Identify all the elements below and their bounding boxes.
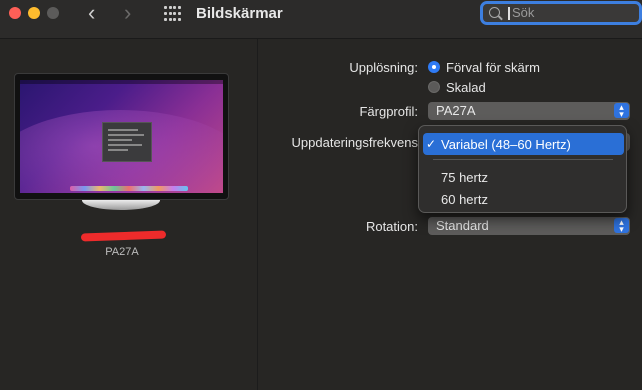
- search-icon: [489, 7, 500, 18]
- search-placeholder: Sök: [512, 5, 535, 20]
- grid-icon[interactable]: [164, 6, 182, 23]
- menu-item-variable-label[interactable]: Variabel (48–60 Hertz): [441, 137, 571, 152]
- menu-separator: [433, 159, 613, 160]
- menu-item-60hz[interactable]: 60 hertz: [441, 192, 488, 207]
- menu-item-75hz[interactable]: 75 hertz: [441, 170, 488, 185]
- search-field[interactable]: Sök: [480, 1, 642, 25]
- resolution-label: Upplösning:: [349, 60, 418, 75]
- pane-divider: [257, 39, 258, 390]
- refresh-rate-label: Uppdateringsfrekvens: [291, 135, 418, 150]
- title-bar: ‹ › Bildskärmar Sök: [0, 0, 642, 39]
- radio-default-resolution-label[interactable]: Förval för skärm: [446, 60, 540, 75]
- close-window-button[interactable]: [9, 7, 21, 19]
- color-profile-label: Färgprofil:: [359, 104, 418, 119]
- radio-scaled-label[interactable]: Skalad: [446, 80, 486, 95]
- zoom-window-button[interactable]: [47, 7, 59, 19]
- display-name: PA27A: [105, 246, 139, 258]
- rotation-popup[interactable]: Standard ▴ ▾: [428, 217, 630, 235]
- screen-window-thumbnail: [102, 122, 152, 162]
- radio-scaled[interactable]: [428, 81, 440, 93]
- color-profile-popup[interactable]: PA27A ▴ ▾: [428, 102, 630, 120]
- text-caret: [508, 7, 510, 20]
- checkmark-icon: ✓: [426, 137, 437, 151]
- popup-chevron-icon: ▴ ▾: [614, 103, 629, 119]
- forward-chevron-icon[interactable]: ›: [124, 2, 131, 24]
- dock-thumbnail: [70, 186, 188, 191]
- desktop-wallpaper: [20, 80, 223, 193]
- minimize-window-button[interactable]: [28, 7, 40, 19]
- redaction-mark: [80, 230, 167, 242]
- window-title: Bildskärmar: [196, 5, 283, 22]
- refresh-rate-menu: ✓ Variabel (48–60 Hertz) 75 hertz 60 her…: [418, 125, 627, 213]
- radio-default-resolution[interactable]: [428, 61, 440, 73]
- monitor-stand: [82, 200, 160, 210]
- back-chevron-icon[interactable]: ‹: [88, 2, 95, 24]
- rotation-value: Standard: [436, 218, 489, 233]
- display-thumbnail[interactable]: [14, 73, 229, 200]
- popup-chevron-icon: ▴ ▾: [614, 218, 629, 234]
- color-profile-value: PA27A: [436, 103, 476, 118]
- rotation-label: Rotation:: [365, 219, 418, 234]
